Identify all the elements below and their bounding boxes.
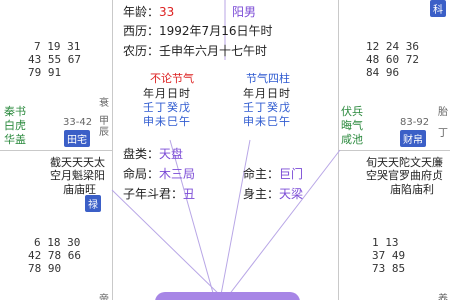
age-numbers-row: 73 85 [372,262,406,275]
minor-star: 华盖 [4,133,26,146]
pillars-right-title: 节气四柱 [246,72,290,85]
gender: 阳男 [232,5,257,19]
solar-date-line: 西历：1992年7月16日午时 [123,22,272,39]
age-numbers-row: 43 55 67 [28,53,81,66]
shen-zhu-line: 身主：天梁 [243,185,303,202]
palace-label-tian-zhai[interactable]: 田宅 [64,130,90,147]
age-value: 33 [159,5,175,19]
ming-zhu-label: 命主： [243,167,280,181]
age-label: 年龄： [123,5,160,19]
age-range: 33-42 [63,117,93,128]
age-numbers-row: 7 19 31 [34,40,81,53]
ming-zhu-value: 巨门 [279,167,304,181]
age-numbers-row: 1 13 [372,236,399,249]
minor-star: 咸池 [341,133,363,146]
solar-value: 1992年7月16日午时 [159,24,273,38]
palace-label-cai-bo[interactable]: 财帛 [400,130,426,147]
zi-dou-value: 丑 [183,187,196,201]
age-numbers-row: 78 90 [28,262,62,275]
bureau-label: 命局： [123,167,160,181]
age-numbers-row: 42 78 66 [28,249,81,262]
lunar-label: 农历： [123,44,160,58]
age-numbers-row: 84 96 [366,66,400,79]
age-range: 83-92 [400,117,430,128]
bottom-action-button[interactable] [155,292,300,300]
age-numbers-row: 79 91 [28,66,62,79]
hua-lu-badge: 禄 [85,195,101,212]
stem-branch: 甲辰 [99,116,109,138]
shen-zhu-value: 天梁 [279,187,304,201]
ming-zhu-line: 命主：巨门 [243,165,303,182]
lunar-value: 壬申年六月十七午时 [159,44,268,58]
growth-stage: 胎 [438,107,448,118]
lunar-date-line: 农历：壬申年六月十七午时 [123,42,267,59]
growth-stage: 养 [438,294,448,300]
shen-zhu-label: 身主： [243,187,280,201]
star-brightness: 庙陷庙利 [390,183,434,196]
plate-line: 盘类：天盘 [123,145,183,162]
stem-branch: 丁 [438,128,448,139]
pillar-branches: 申未巳午 [143,115,191,128]
zi-dou-label: 子年斗君： [123,187,184,201]
hua-ke-badge: 科 [430,0,446,17]
age-numbers-row: 37 49 [372,249,406,262]
ziwei-chart: 7 19 31 43 55 67 79 91 秦书 白虎 华盖 33-42 田宅… [0,0,450,300]
zi-dou-line: 子年斗君：丑 [123,185,195,202]
pillars-left-title: 不论节气 [150,72,194,85]
growth-stage: 帝 [99,294,109,300]
solar-label: 西历： [123,24,160,38]
age-line: 年龄：33 [123,3,174,20]
age-numbers-row: 6 18 30 [34,236,81,249]
bureau-value: 木三局 [159,167,196,181]
age-numbers-row: 12 24 36 [366,40,419,53]
bureau-line: 命局：木三局 [123,165,195,182]
growth-stage: 衰 [99,98,109,109]
plate-label: 盘类： [123,147,160,161]
age-numbers-row: 48 60 72 [366,53,419,66]
plate-value: 天盘 [159,147,184,161]
pillar-branches: 申未巳午 [243,115,291,128]
